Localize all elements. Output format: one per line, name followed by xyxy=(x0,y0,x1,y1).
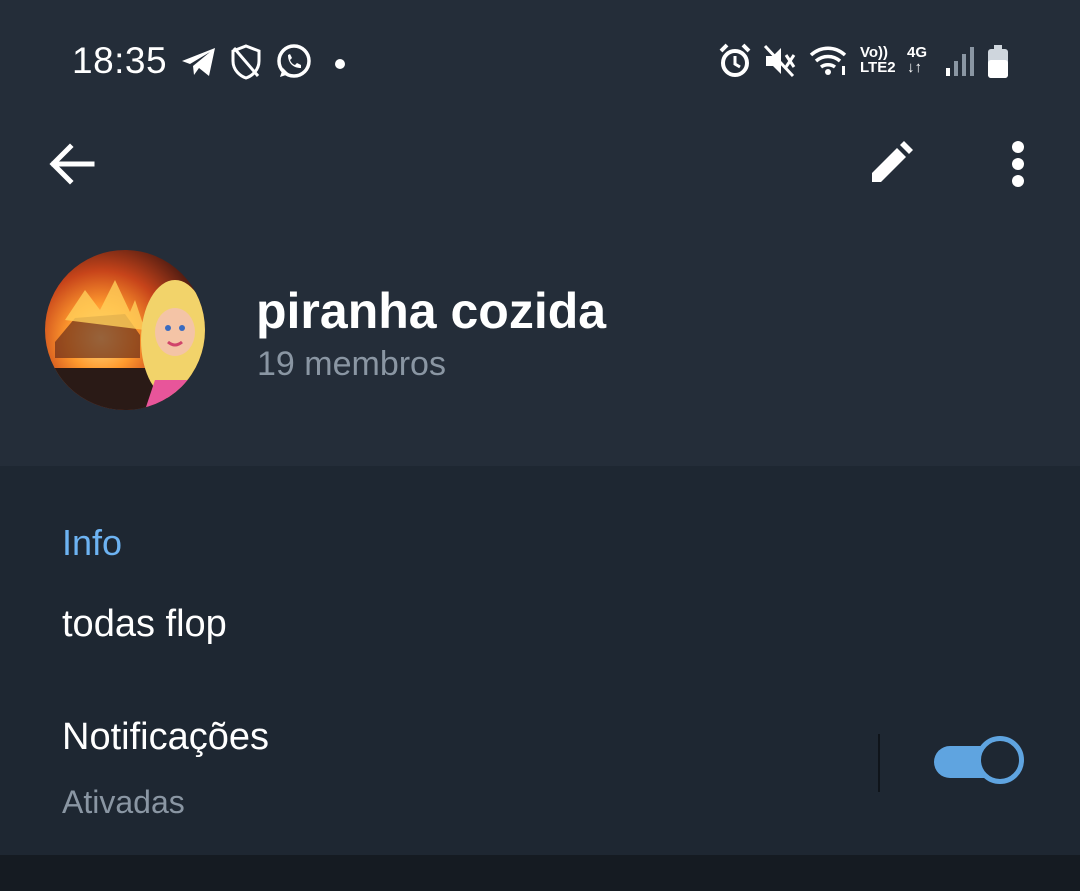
signal-icon xyxy=(945,45,975,82)
volte-top-label: Vo)) xyxy=(860,44,889,61)
bottom-divider-strip xyxy=(0,855,1080,891)
group-description[interactable]: todas flop xyxy=(62,603,227,646)
telegram-icon xyxy=(180,46,218,83)
group-profile: piranha cozida 19 membros xyxy=(0,250,1080,410)
back-button[interactable] xyxy=(44,136,100,192)
member-count: 19 membros xyxy=(257,345,446,383)
notifications-toggle[interactable] xyxy=(934,736,1024,788)
notifications-label: Notificações xyxy=(62,716,269,758)
info-section-title: Info xyxy=(62,522,123,563)
alarm-icon xyxy=(718,43,752,84)
info-section: Info todas flop Notificações Ativadas xyxy=(0,466,1080,855)
volte-icon: Vo)) LTE2 xyxy=(860,45,896,75)
network-type-label: 4G xyxy=(907,44,928,61)
network-arrows-label: ↓↑ xyxy=(907,59,922,76)
more-options-button[interactable] xyxy=(990,136,1046,192)
4g-icon: 4G ↓↑ xyxy=(907,45,927,75)
battery-icon xyxy=(986,44,1010,85)
top-bar xyxy=(0,120,1080,204)
shield-icon xyxy=(230,44,262,85)
arrow-left-icon xyxy=(49,143,95,185)
pencil-icon xyxy=(872,141,913,182)
dot-icon xyxy=(334,57,346,75)
edit-button[interactable] xyxy=(862,136,918,192)
volte-bottom-label: LTE2 xyxy=(860,59,896,76)
whatsapp-icon xyxy=(275,43,313,86)
mute-icon xyxy=(763,44,797,83)
notifications-status: Ativadas xyxy=(62,784,185,820)
divider xyxy=(878,734,880,792)
header: 18:35 Vo)) LTE2 4G ↓↑ piranha cozida 19 … xyxy=(0,0,1080,466)
status-bar: 18:35 Vo)) LTE2 4G ↓↑ xyxy=(0,30,1080,94)
more-vertical-icon xyxy=(1012,141,1024,187)
group-name: piranha cozida xyxy=(256,283,607,339)
avatar[interactable] xyxy=(45,250,205,410)
wifi-icon xyxy=(808,44,848,81)
toggle-knob xyxy=(976,736,1024,784)
status-time: 18:35 xyxy=(72,40,168,81)
